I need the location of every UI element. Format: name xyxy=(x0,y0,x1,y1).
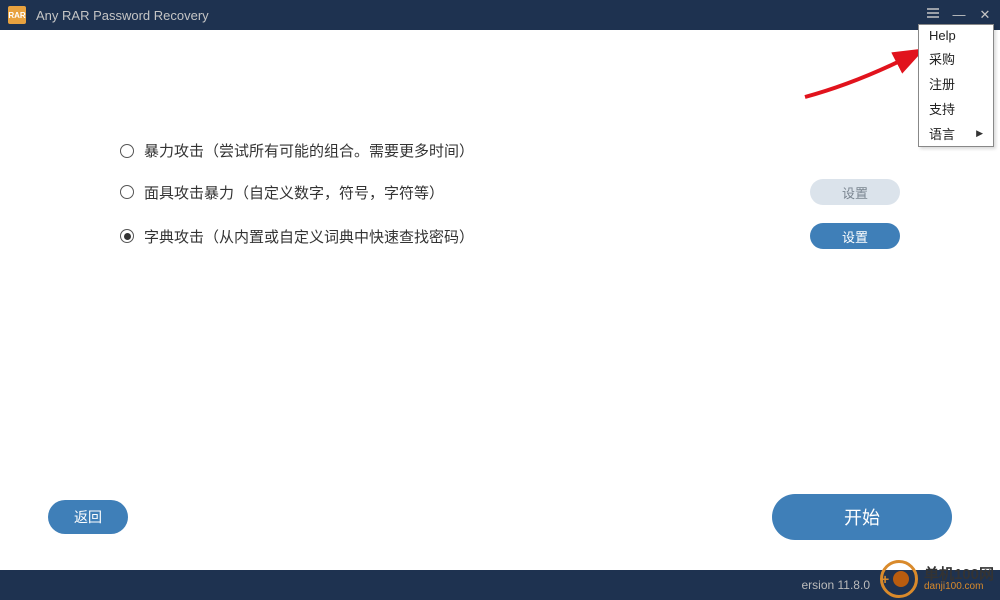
close-button[interactable]: ✕ xyxy=(978,7,992,23)
titlebar: RAR Any RAR Password Recovery — ✕ xyxy=(0,0,1000,30)
menu-item-label: 支持 xyxy=(929,99,955,118)
main-content: 暴力攻击（尝试所有可能的组合。需要更多时间） 面具攻击暴力（自定义数字，符号，字… xyxy=(0,30,1000,570)
chevron-right-icon: ▶ xyxy=(976,128,983,139)
menu-item-help[interactable]: Help xyxy=(919,25,993,46)
back-button[interactable]: 返回 xyxy=(48,500,128,534)
start-button[interactable]: 开始 xyxy=(772,494,952,540)
menu-item-label: 语言 xyxy=(929,124,955,143)
option-label: 暴力攻击（尝试所有可能的组合。需要更多时间） xyxy=(144,140,474,161)
window-controls: — ✕ xyxy=(926,7,992,23)
radio-icon-selected xyxy=(120,229,134,243)
menu-item-register[interactable]: 注册 xyxy=(919,71,993,96)
menu-item-language[interactable]: 语言 ▶ xyxy=(919,121,993,146)
radio-icon xyxy=(120,144,134,158)
option-label: 字典攻击（从内置或自定义词典中快速查找密码） xyxy=(144,226,474,247)
dropdown-menu: Help 采购 注册 支持 语言 ▶ xyxy=(918,24,994,147)
minimize-button[interactable]: — xyxy=(952,7,966,23)
menu-item-label: 采购 xyxy=(929,49,955,68)
menu-item-label: 注册 xyxy=(929,74,955,93)
option-brute-force[interactable]: 暴力攻击（尝试所有可能的组合。需要更多时间） xyxy=(120,140,900,161)
footer: ersion 11.8.0 xyxy=(0,570,1000,600)
version-text: ersion 11.8.0 xyxy=(802,578,871,592)
settings-button-disabled: 设置 xyxy=(810,179,900,205)
settings-button[interactable]: 设置 xyxy=(810,223,900,249)
menu-button[interactable] xyxy=(926,7,940,23)
menu-item-purchase[interactable]: 采购 xyxy=(919,46,993,71)
option-mask-attack[interactable]: 面具攻击暴力（自定义数字，符号，字符等） 设置 xyxy=(120,179,900,205)
bottom-buttons: 返回 开始 xyxy=(0,494,1000,540)
option-dictionary-attack[interactable]: 字典攻击（从内置或自定义词典中快速查找密码） 设置 xyxy=(120,223,900,249)
radio-icon xyxy=(120,185,134,199)
option-label: 面具攻击暴力（自定义数字，符号，字符等） xyxy=(144,182,444,203)
menu-item-support[interactable]: 支持 xyxy=(919,96,993,121)
app-title: Any RAR Password Recovery xyxy=(36,8,209,23)
menu-item-label: Help xyxy=(929,28,956,43)
app-icon: RAR xyxy=(8,6,26,24)
